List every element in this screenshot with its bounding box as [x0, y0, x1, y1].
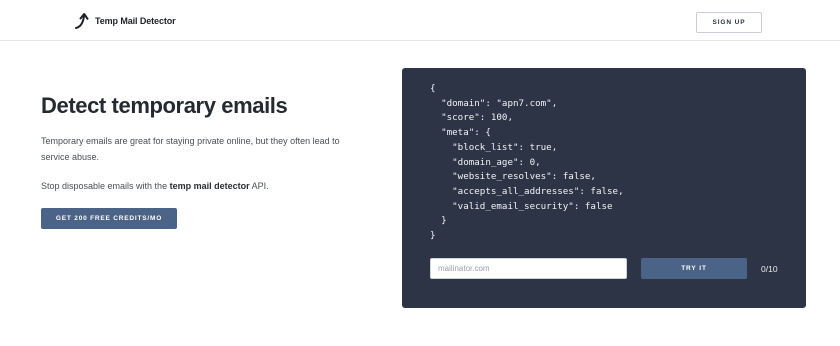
api-line-suffix: API.: [249, 181, 269, 191]
hero-api-line: Stop disposable emails with the temp mai…: [41, 178, 269, 194]
sign-up-button[interactable]: SIGN UP: [696, 12, 762, 33]
top-nav: Temp Mail Detector SIGN UP: [0, 0, 840, 41]
arrow-up-curve-icon: [75, 13, 89, 29]
page-title: Detect temporary emails: [41, 93, 288, 118]
hero-description: Temporary emails are great for staying p…: [41, 136, 340, 162]
api-demo-panel: { "domain": "apn7.com", "score": 100, "m…: [402, 68, 806, 308]
logo[interactable]: Temp Mail Detector: [74, 12, 176, 30]
usage-counter: 0/10: [761, 264, 778, 274]
json-response: { "domain": "apn7.com", "score": 100, "m…: [430, 83, 624, 242]
email-domain-input[interactable]: [430, 258, 627, 279]
free-credits-button[interactable]: GET 200 FREE CREDITS/MO: [41, 208, 177, 229]
api-line-bold: temp mail detector: [169, 181, 250, 191]
logo-text: Temp Mail Detector: [95, 16, 176, 26]
try-it-button[interactable]: TRY IT: [641, 258, 747, 279]
api-line-prefix: Stop disposable emails with the: [41, 181, 170, 191]
